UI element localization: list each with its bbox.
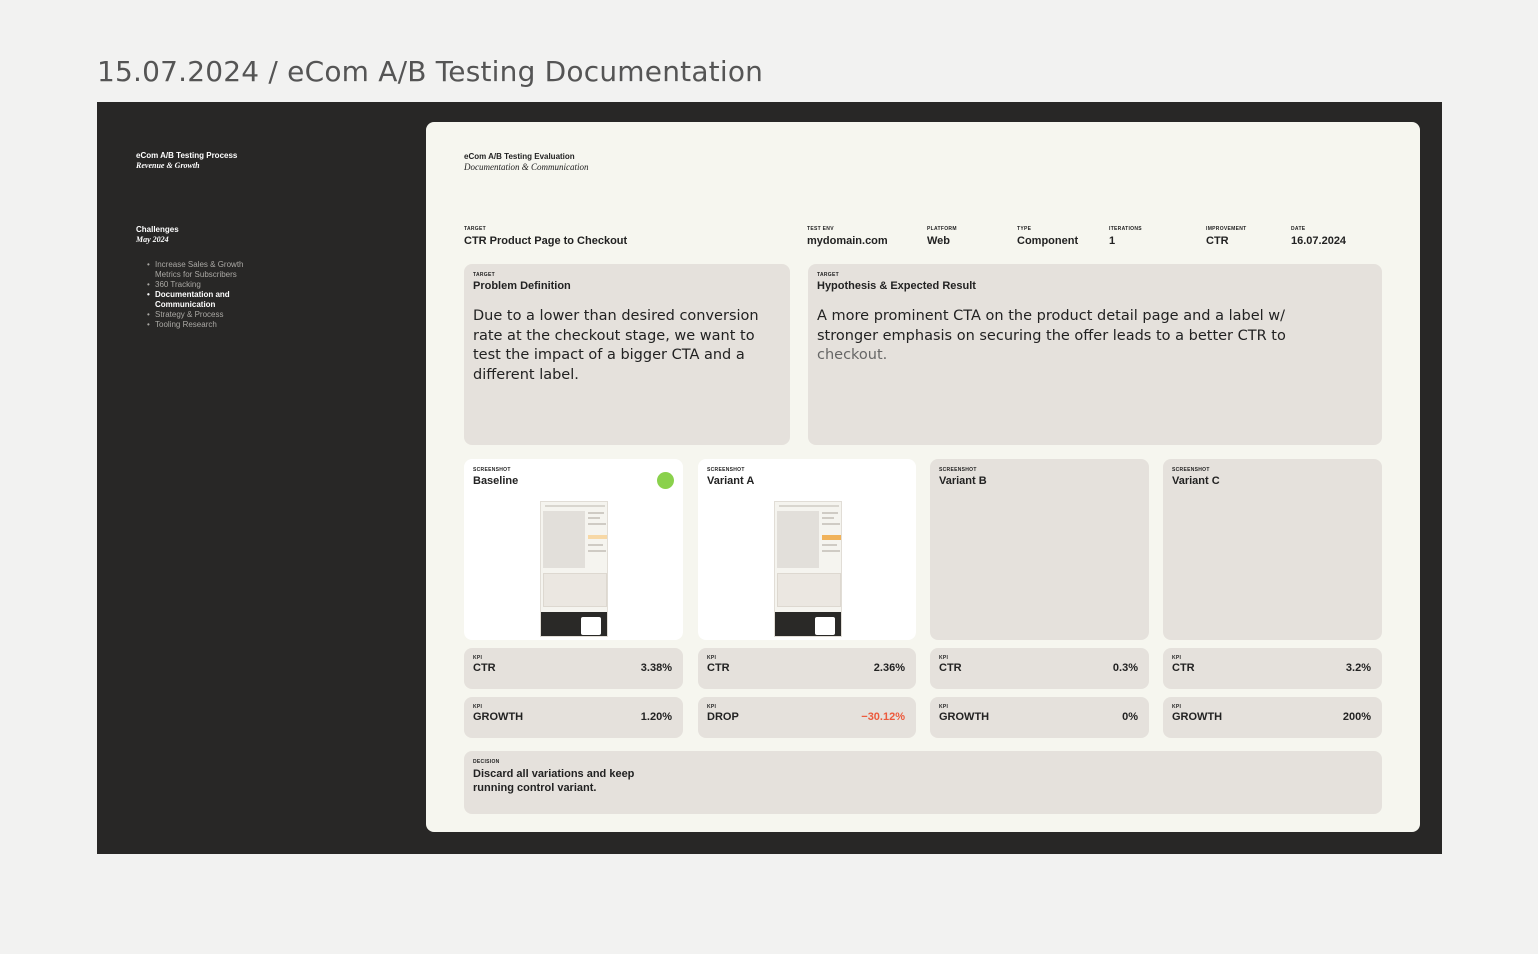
meta-improvement: IMPROVEMENT CTR (1206, 226, 1247, 247)
sidebar-title: eCom A/B Testing Process (136, 151, 238, 160)
decision-box: DECISION Discard all variations and keep… (464, 751, 1382, 814)
kpi-variant-b-growth: KPI GROWTH 0% (930, 697, 1149, 738)
screenshot-baseline[interactable]: SCREENSHOT Baseline (464, 459, 683, 640)
decision-text: Discard all variations and keep running … (473, 768, 635, 794)
hypothesis-title: Hypothesis & Expected Result (817, 280, 976, 292)
sidebar-section-date: May 2024 (136, 235, 169, 244)
screenshot-variant-c[interactable]: SCREENSHOT Variant C (1163, 459, 1382, 640)
sidebar-list: Increase Sales & Growth Metrics for Subs… (147, 260, 376, 330)
sidebar-item-360-tracking[interactable]: 360 Tracking (147, 280, 376, 290)
sidebar: eCom A/B Testing Process Revenue & Growt… (136, 151, 376, 330)
variant-a-screenshot-thumbnail (774, 501, 842, 637)
hypothesis-box: TARGET Hypothesis & Expected Result A mo… (808, 264, 1382, 445)
winner-indicator (657, 472, 674, 489)
meta-type: TYPE Component (1017, 226, 1079, 247)
doc-header: eCom A/B Testing Evaluation Documentatio… (464, 152, 589, 172)
kpi-variant-a-drop: KPI DROP −30.12% (698, 697, 916, 738)
problem-body: Due to a lower than desired conversion r… (473, 308, 759, 383)
sidebar-item-documentation[interactable]: Documentation and Communication (147, 290, 247, 310)
doc-title: eCom A/B Testing Evaluation (464, 152, 575, 161)
hypothesis-body: A more prominent CTA on the product deta… (817, 308, 1286, 363)
slide-frame: eCom A/B Testing Process Revenue & Growt… (97, 102, 1442, 854)
kpi-variant-b-ctr: KPI CTR 0.3% (930, 648, 1149, 689)
sidebar-subtitle: Revenue & Growth (136, 161, 200, 170)
sidebar-item-strategy[interactable]: Strategy & Process (147, 310, 376, 320)
sidebar-section-title: Challenges (136, 225, 179, 234)
problem-definition-box: TARGET Problem Definition Due to a lower… (464, 264, 790, 445)
kpi-baseline-ctr: KPI CTR 3.38% (464, 648, 683, 689)
kpi-baseline-growth: KPI GROWTH 1.20% (464, 697, 683, 738)
screenshot-variant-a[interactable]: SCREENSHOT Variant A (698, 459, 916, 640)
meta-date: DATE 16.07.2024 (1291, 226, 1347, 247)
kpi-variant-c-ctr: KPI CTR 3.2% (1163, 648, 1382, 689)
kpi-variant-a-ctr: KPI CTR 2.36% (698, 648, 916, 689)
meta-platform: PLATFORM Web (927, 226, 957, 247)
screenshot-variant-b[interactable]: SCREENSHOT Variant B (930, 459, 1149, 640)
evaluation-card: eCom A/B Testing Evaluation Documentatio… (426, 122, 1420, 832)
doc-subtitle: Documentation & Communication (464, 162, 589, 172)
baseline-screenshot-thumbnail (540, 501, 608, 637)
meta-iterations: ITERATIONS 1 (1109, 226, 1142, 247)
kpi-variant-c-growth: KPI GROWTH 200% (1163, 697, 1382, 738)
problem-title: Problem Definition (473, 280, 571, 292)
sidebar-item-increase-sales[interactable]: Increase Sales & Growth Metrics for Subs… (147, 260, 257, 280)
meta-target: TARGET CTR Product Page to Checkout (464, 226, 628, 247)
page-title: 15.07.2024 / eCom A/B Testing Documentat… (97, 55, 764, 88)
meta-test-env: TEST ENV mydomain.com (807, 226, 888, 247)
sidebar-item-tooling[interactable]: Tooling Research (147, 320, 376, 330)
